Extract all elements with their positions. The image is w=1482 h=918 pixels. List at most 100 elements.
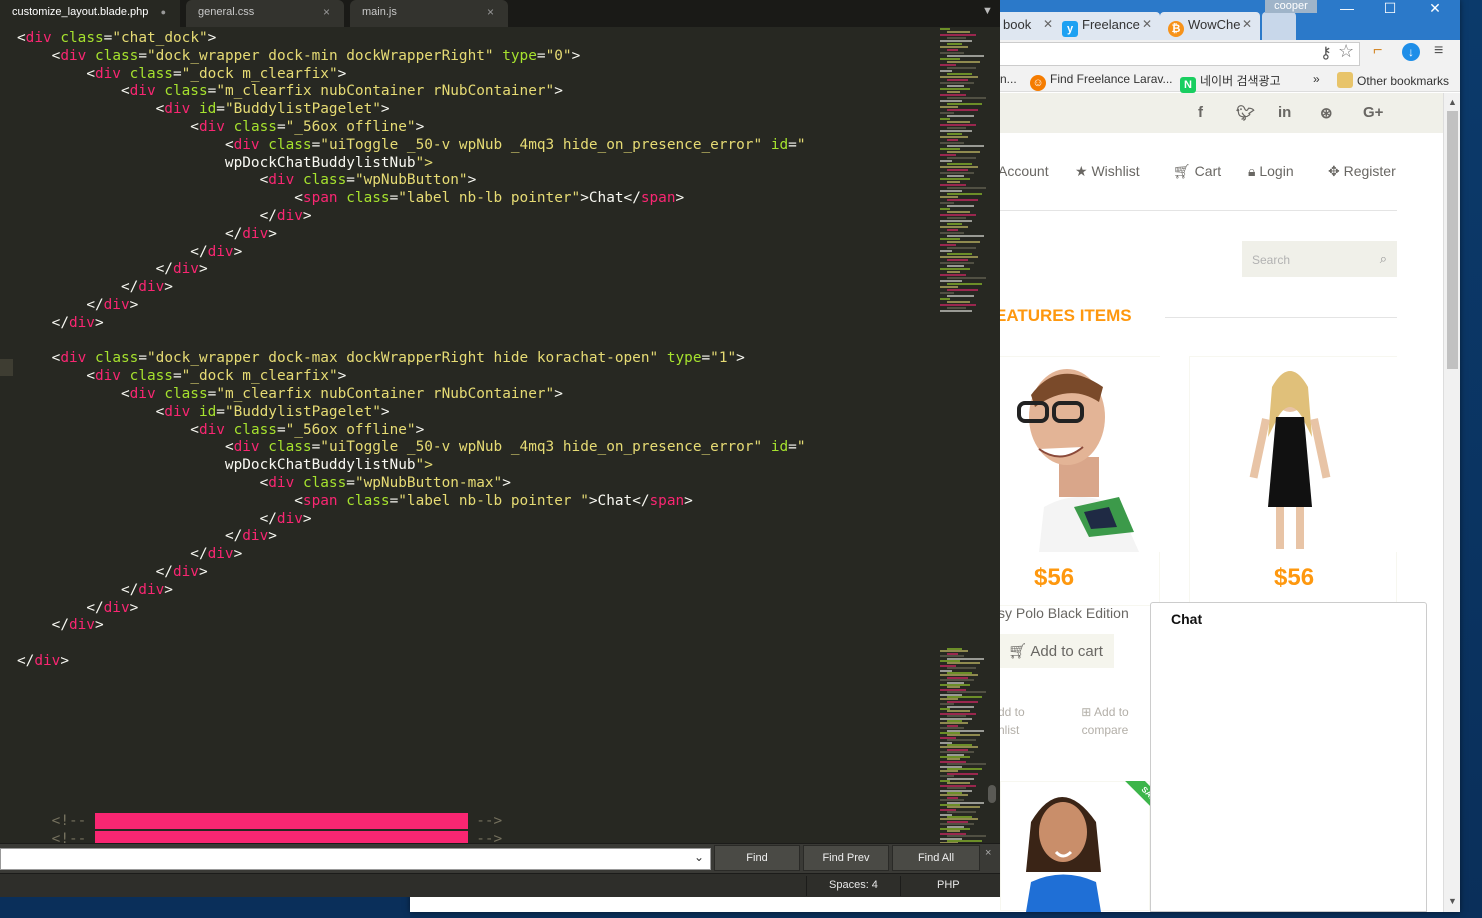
code-line[interactable]: <div class="_56ox offline"> [17, 119, 424, 137]
minimize-button[interactable]: — [1327, 0, 1367, 16]
minimap-line [947, 247, 976, 249]
code-line[interactable]: <div class="wpNubButton-max"> [17, 475, 511, 493]
browser-scrollbar[interactable]: ▲ ▼ [1443, 93, 1460, 912]
download-icon[interactable]: ↓ [1402, 43, 1420, 61]
code-line[interactable]: </div> [17, 600, 138, 618]
tab-main-js[interactable]: main.js × [350, 0, 508, 27]
tab-customize-layout[interactable]: customize_layout.blade.php ● [0, 0, 180, 27]
nav-account[interactable]: Account [998, 163, 1049, 179]
code-line[interactable]: </div> [17, 261, 208, 279]
code-line[interactable]: <div id="BuddylistPagelet"> [17, 404, 390, 422]
dribbble-icon[interactable]: ⊛ [1320, 104, 1333, 122]
extension-icon[interactable]: ⌐ [1373, 42, 1382, 60]
nav-login[interactable]: 🔒︎ Login [1248, 163, 1294, 180]
scroll-down-icon[interactable]: ▼ [1448, 896, 1457, 906]
code-line[interactable]: <div class="wpNubButton"> [17, 172, 477, 190]
code-line[interactable]: <div class="uiToggle _50-v wpNub _4mq3 h… [17, 439, 806, 457]
code-line[interactable]: </div> [17, 528, 277, 546]
add-to-compare-link[interactable]: ⊞ Add to compare [1070, 703, 1140, 739]
code-line[interactable]: </div> [17, 226, 277, 244]
code-line[interactable]: </div> [17, 564, 208, 582]
maximize-button[interactable]: ☐ [1370, 0, 1410, 16]
minimap-line [940, 166, 978, 168]
twitter-icon[interactable]: 🐦︎ [1236, 104, 1255, 122]
code-line[interactable]: </div> [17, 511, 312, 529]
code-line[interactable]: wpDockChatBuddylistNub"> [17, 457, 433, 475]
search-input[interactable]: Search ⌕ [1242, 241, 1397, 277]
close-icon[interactable]: ✕ [1142, 17, 1152, 31]
nav-wishlist[interactable]: ★ Wishlist [1075, 163, 1140, 180]
bookmark-item[interactable]: Other bookmarks [1337, 72, 1449, 88]
indentation-status[interactable]: Spaces: 4 [829, 879, 878, 891]
code-line[interactable]: <div class="chat_dock"> [17, 30, 216, 48]
close-icon[interactable]: × [985, 847, 991, 859]
bookmark-star-icon[interactable]: ☆ [1338, 41, 1354, 62]
nav-register[interactable]: ✥ Register [1328, 163, 1396, 180]
code-line[interactable]: <div class="_56ox offline"> [17, 422, 424, 440]
profile-badge[interactable]: cooper [1265, 0, 1317, 13]
modified-dot-icon[interactable]: ● [161, 7, 166, 17]
scroll-up-icon[interactable]: ▲ [1448, 97, 1457, 107]
find-prev-button[interactable]: Find Prev [803, 845, 889, 871]
minimap[interactable] [940, 28, 988, 852]
code-line[interactable]: </div> [17, 208, 312, 226]
browser-tab[interactable]: y Freelance ✕ [1054, 12, 1160, 40]
code-line[interactable]: <div class="_dock m_clearfix"> [17, 368, 346, 386]
scrollbar-thumb[interactable] [1447, 111, 1458, 369]
close-icon[interactable]: × [323, 5, 330, 19]
code-line[interactable]: </div> [17, 244, 242, 262]
code-line[interactable]: </div> [17, 297, 138, 315]
nav-cart[interactable]: 🛒︎ Cart [1173, 163, 1221, 180]
code-line[interactable]: <div class="dock_wrapper dock-max dockWr… [17, 350, 745, 368]
google-plus-icon[interactable]: G+ [1363, 104, 1383, 121]
code-area[interactable]: <div class="chat_dock"> <div class="dock… [0, 30, 940, 847]
tab-general-css[interactable]: general.css × [186, 0, 344, 27]
browser-tab[interactable]: book ✕ [995, 12, 1061, 40]
minimap-line [940, 214, 976, 216]
menu-icon[interactable]: ≡ [1434, 42, 1443, 60]
code-line[interactable]: <!-- -----------------------------------… [17, 813, 502, 831]
close-icon[interactable]: ✕ [1043, 17, 1053, 31]
key-icon[interactable]: ⚷ [1320, 43, 1332, 63]
code-line[interactable]: <span class="label nb-lb pointer">Chat</… [17, 190, 684, 208]
facebook-icon[interactable]: f [1198, 104, 1203, 121]
close-icon[interactable]: × [487, 5, 494, 19]
bookmark-item[interactable]: N 네이버 검색광고 [1180, 72, 1281, 93]
code-line[interactable]: <span class="label nb-lb pointer ">Chat<… [17, 493, 693, 511]
code-line[interactable]: </div> [17, 279, 173, 297]
code-line[interactable]: </div> [17, 315, 104, 333]
minimap-line [940, 82, 974, 84]
address-bar[interactable] [995, 42, 1360, 66]
code-line[interactable]: </div> [17, 546, 242, 564]
code-line[interactable]: <div class="_dock m_clearfix"> [17, 66, 346, 84]
editor-scrollbar-thumb[interactable] [988, 785, 996, 803]
close-window-button[interactable]: ✕ [1415, 0, 1455, 16]
chevron-down-icon[interactable]: ⌄ [694, 850, 704, 864]
add-to-wishlist-link[interactable]: dd to hlist [998, 703, 1028, 739]
add-to-cart-button[interactable]: 🛒︎ Add to cart [998, 634, 1114, 668]
code-line[interactable]: <div class="m_clearfix nubContainer rNub… [17, 83, 563, 101]
browser-tab[interactable]: ₿ WowChe ✕ [1160, 12, 1260, 40]
code-line[interactable]: </div> [17, 582, 173, 600]
close-icon[interactable]: ✕ [1242, 17, 1252, 31]
chat-panel[interactable]: Chat [1150, 602, 1427, 912]
linkedin-icon[interactable]: in [1278, 104, 1291, 121]
bookmark-item[interactable]: n... [1000, 72, 1017, 86]
code-line[interactable]: </div> [17, 653, 69, 671]
code-line[interactable]: <div class="m_clearfix nubContainer rNub… [17, 386, 563, 404]
find-all-button[interactable]: Find All [892, 845, 980, 871]
new-tab-button[interactable] [1262, 12, 1296, 40]
code-line[interactable]: wpDockChatBuddylistNub"> [17, 155, 433, 173]
search-icon[interactable]: ⌕ [1380, 251, 1387, 267]
code-line[interactable]: <div class="dock_wrapper dock-min dockWr… [17, 48, 581, 66]
editor-tab-bar: customize_layout.blade.php ● general.css… [0, 0, 1000, 27]
syntax-status[interactable]: PHP [937, 879, 960, 891]
code-line[interactable]: </div> [17, 617, 104, 635]
find-button[interactable]: Find [714, 845, 800, 871]
find-input[interactable]: ⌄ [0, 848, 711, 870]
code-line[interactable]: <div class="uiToggle _50-v wpNub _4mq3 h… [17, 137, 806, 155]
more-bookmarks-button[interactable]: » [1313, 72, 1320, 86]
tab-menu-icon[interactable]: ▼ [982, 5, 993, 17]
bookmark-item[interactable]: ☺ Find Freelance Larav... [1030, 72, 1173, 91]
code-line[interactable]: <div id="BuddylistPagelet"> [17, 101, 390, 119]
